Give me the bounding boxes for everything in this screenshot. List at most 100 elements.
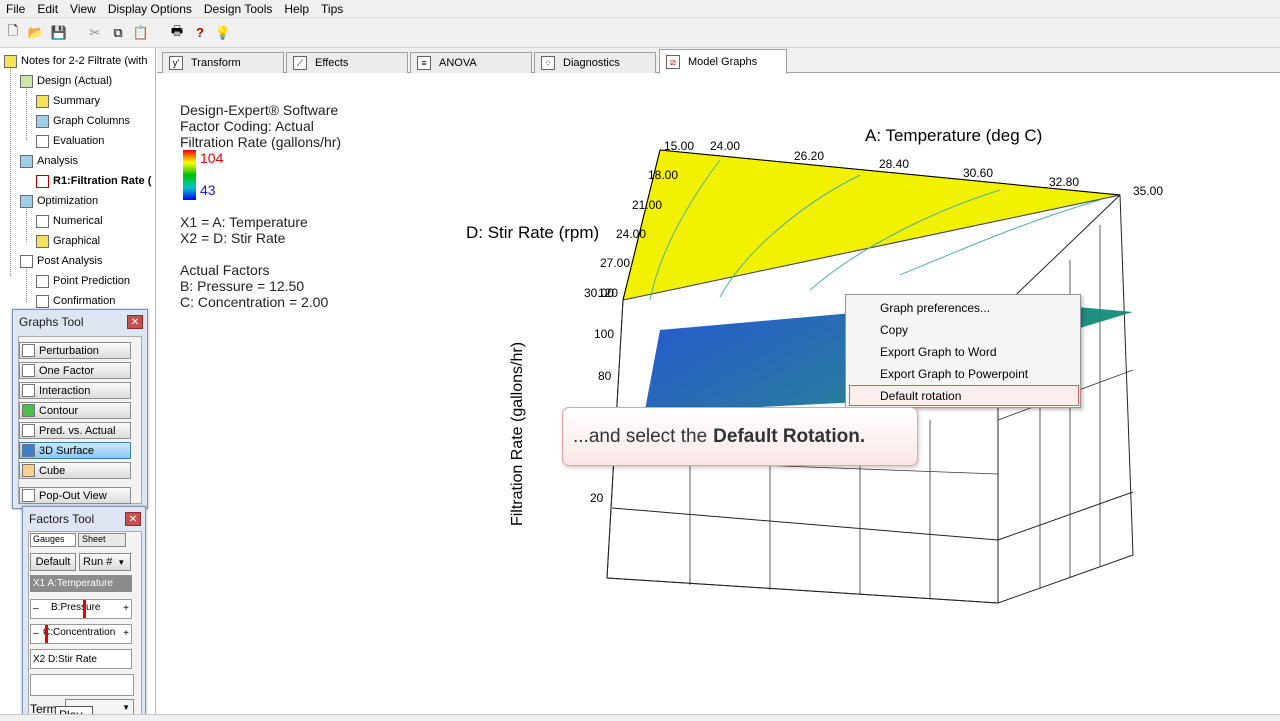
menu-graph-preferences[interactable]: Graph preferences... — [880, 298, 990, 318]
interaction-icon — [22, 384, 35, 397]
tab-model-graphs[interactable]: ⧄ Model Graphs — [659, 49, 787, 74]
pressure-slider-handle[interactable] — [83, 600, 86, 618]
chevron-down-icon: ▼ — [122, 703, 130, 712]
response-icon — [36, 174, 49, 188]
tree-confirmation[interactable]: Confirmation — [36, 292, 115, 310]
one-factor-button[interactable]: One Factor — [19, 362, 131, 379]
coding-label: Factor Coding: Actual — [180, 118, 314, 134]
default-button[interactable]: Default — [30, 553, 76, 571]
factor-row-stir-rate[interactable]: X2 D:Stir Rate — [30, 649, 132, 669]
tree-optimization[interactable]: Optimization — [20, 192, 98, 210]
graphs-tool-window: Graphs Tool ✕ Perturbation One Factor In… — [12, 309, 148, 509]
pred-vs-actual-button[interactable]: Pred. vs. Actual — [19, 422, 131, 439]
graph-columns-icon — [36, 114, 49, 128]
menu-design-tools[interactable]: Design Tools — [198, 0, 278, 18]
tree-evaluation[interactable]: Evaluation — [36, 132, 104, 150]
tab-gauges[interactable]: Gauges — [30, 533, 76, 547]
factor-row-concentration[interactable]: – C:Concentration + — [30, 624, 132, 644]
y-tick: 15.00 — [664, 139, 695, 153]
perturbation-button[interactable]: Perturbation — [19, 342, 131, 359]
tree-graph-columns[interactable]: Graph Columns — [36, 112, 130, 130]
z-tick: 80 — [598, 369, 612, 383]
menu-export-powerpoint[interactable]: Export Graph to Powerpoint — [880, 364, 1028, 384]
menu-default-rotation[interactable]: Default rotation — [880, 386, 961, 406]
increase-pressure[interactable]: + — [123, 603, 129, 614]
decrease-concentration[interactable]: – — [33, 628, 39, 639]
tip-icon[interactable]: 💡 — [214, 24, 232, 42]
tab-sheet[interactable]: Sheet — [78, 533, 126, 547]
decrease-pressure[interactable]: – — [33, 603, 39, 614]
toolbar-separator — [155, 24, 163, 42]
concentration-slider-handle[interactable] — [45, 625, 48, 643]
open-icon[interactable]: 📂 — [27, 24, 45, 42]
cube-button[interactable]: Cube — [19, 462, 131, 479]
tab-anova[interactable]: ≡ ANOVA — [410, 52, 532, 73]
x2-label: X2 = D: Stir Rate — [180, 230, 286, 246]
menu-edit[interactable]: Edit — [31, 0, 64, 18]
color-legend-bar — [183, 150, 196, 200]
tree-root[interactable]: Notes for 2-2 Filtrate (with — [4, 52, 148, 70]
3d-surface-button[interactable]: 3D Surface — [19, 442, 131, 459]
close-icon[interactable]: ✕ — [127, 315, 143, 329]
copy-icon[interactable]: ⧉ — [109, 24, 127, 42]
x-tick: 24.00 — [710, 139, 741, 153]
menu-file[interactable]: File — [0, 0, 31, 18]
menu-bar: File Edit View Display Options Design To… — [0, 0, 1280, 18]
z-tick: 20 — [590, 491, 604, 505]
new-icon[interactable]: 🗋 — [4, 23, 22, 42]
y-tick: 24.00 — [616, 227, 647, 241]
one-factor-icon — [22, 364, 35, 377]
graphical-icon — [36, 234, 49, 248]
paste-icon[interactable]: 📋 — [132, 24, 150, 42]
pressure-label: B:Pressure — [51, 602, 101, 613]
close-icon[interactable]: ✕ — [125, 512, 141, 526]
top-axis — [622, 149, 1121, 301]
menu-help[interactable]: Help — [278, 0, 315, 18]
help-icon[interactable]: ? — [191, 24, 209, 42]
z-axis-title: Filtration Rate (gallons/hr) — [509, 341, 526, 527]
tree-r1[interactable]: R1:Filtration Rate ( — [36, 172, 151, 190]
tab-transform[interactable]: y' Transform — [162, 52, 284, 73]
factor-row-temperature[interactable]: X1 A:Temperature — [30, 575, 132, 592]
y-tick: 21.00 — [632, 198, 663, 212]
interaction-button[interactable]: Interaction — [19, 382, 131, 399]
tree-design[interactable]: Design (Actual) — [20, 72, 112, 90]
print-icon[interactable]: 🖶 — [168, 23, 186, 42]
run-dropdown[interactable]: Run # ▼ — [79, 553, 131, 571]
z-tick: 120 — [598, 286, 619, 300]
tree-post-analysis[interactable]: Post Analysis — [20, 252, 102, 270]
contour-icon — [22, 404, 35, 417]
tab-effects[interactable]: ⟋ Effects — [286, 52, 408, 73]
tree-analysis[interactable]: Analysis — [20, 152, 78, 170]
y-tick: 18.00 — [648, 168, 679, 182]
tab-diagnostics[interactable]: ⁘ Diagnostics — [534, 52, 656, 73]
x1-label: X1 = A: Temperature — [180, 214, 308, 230]
actual-factors-label: Actual Factors — [180, 262, 270, 278]
tree-point-prediction[interactable]: Point Prediction — [36, 272, 130, 290]
x-axis-title: A: Temperature (deg C) — [865, 126, 1043, 145]
y-axis-title: D: Stir Rate (rpm) — [466, 223, 600, 242]
callout-bold: Default Rotation. — [713, 425, 866, 447]
x-tick: 35.00 — [1133, 184, 1164, 198]
menu-copy[interactable]: Copy — [880, 320, 908, 340]
menu-export-word[interactable]: Export Graph to Word — [880, 342, 997, 362]
cut-icon[interactable]: ✂ — [86, 24, 104, 42]
tree-summary[interactable]: Summary — [36, 92, 100, 110]
menu-tips[interactable]: Tips — [315, 0, 349, 18]
x-tick: 30.60 — [963, 166, 994, 180]
increase-concentration[interactable]: + — [123, 628, 129, 639]
transform-icon: y' — [169, 56, 183, 70]
menu-view[interactable]: View — [64, 0, 102, 18]
tree-numerical[interactable]: Numerical — [36, 212, 103, 230]
folder-icon — [4, 54, 17, 68]
menu-display-options[interactable]: Display Options — [102, 0, 198, 18]
optimization-icon — [20, 194, 33, 208]
software-label: Design-Expert® Software — [180, 102, 339, 118]
tree-graphical[interactable]: Graphical — [36, 232, 100, 250]
factor-row-pressure[interactable]: – B:Pressure + — [30, 599, 132, 619]
save-icon[interactable]: 💾 — [50, 24, 68, 42]
evaluation-icon — [36, 134, 49, 148]
contour-button[interactable]: Contour — [19, 402, 131, 419]
cube-icon — [22, 464, 35, 477]
pop-out-view-button[interactable]: Pop-Out View — [19, 487, 131, 504]
